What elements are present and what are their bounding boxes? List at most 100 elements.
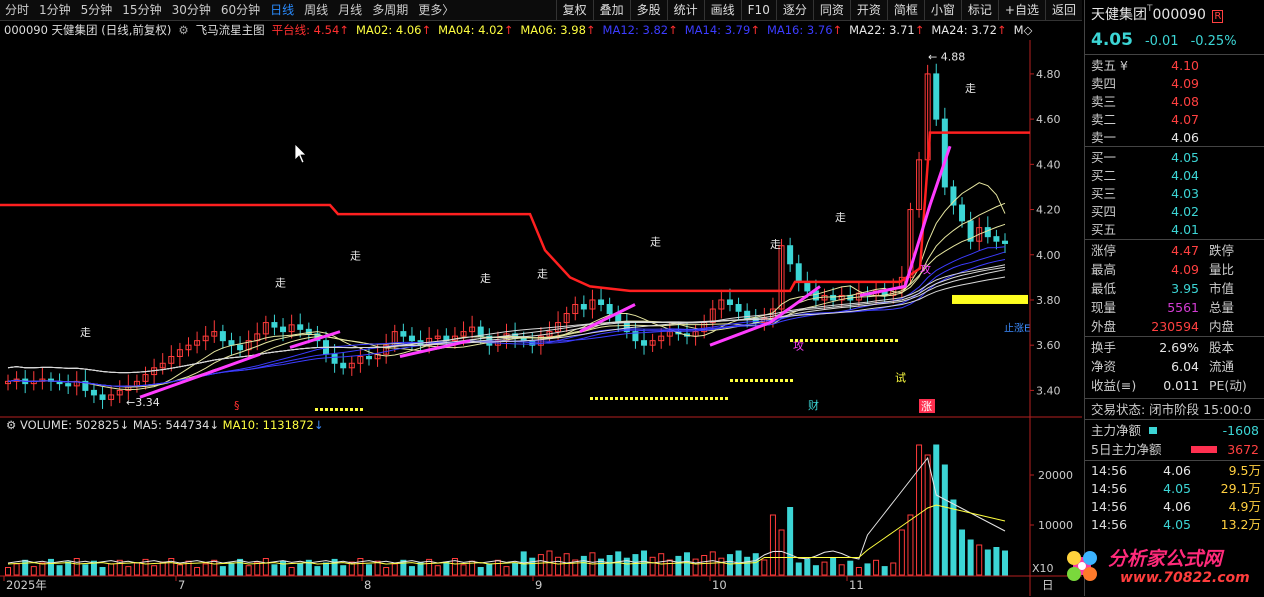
volume-bar bbox=[1002, 550, 1008, 576]
walk-label: 走 bbox=[770, 238, 781, 251]
signal-dot bbox=[645, 397, 648, 400]
signal-dot bbox=[860, 339, 863, 342]
mouse-cursor-icon bbox=[294, 143, 307, 164]
signal-dot bbox=[880, 339, 883, 342]
toolbar-button-13[interactable]: 返回 bbox=[1044, 0, 1082, 20]
indicator-legend: 000090 天健集团 (日线,前复权) ⚙ 飞马流星主图 平台线: 4.54↑… bbox=[0, 21, 1082, 39]
ma-legend-item-7: MA22: 3.71↑ bbox=[849, 23, 925, 37]
ma-long-line bbox=[7, 269, 1006, 374]
volume-bar bbox=[787, 507, 794, 576]
toolbar-button-6[interactable]: 逐分 bbox=[775, 0, 813, 20]
signal-dot bbox=[700, 397, 703, 400]
vol-tick-label: 10000 bbox=[1038, 519, 1073, 532]
volume-bar bbox=[529, 557, 536, 576]
finance-row-1: 净资 6.04 流通 bbox=[1091, 359, 1235, 374]
period-tab-7[interactable]: 周线 bbox=[299, 0, 333, 20]
ma-legend-item-6: MA16: 3.76↑ bbox=[766, 23, 843, 37]
signal-dot bbox=[780, 379, 783, 382]
volume-bar bbox=[967, 539, 974, 576]
up-arrow-icon: ↑ bbox=[668, 23, 678, 37]
toolbar-button-9[interactable]: 简框 bbox=[886, 0, 924, 20]
volume-bar bbox=[202, 563, 209, 576]
volume-bar bbox=[976, 544, 983, 576]
stat-row-3: 现量 5561 总量 bbox=[1091, 300, 1235, 315]
candle-body bbox=[280, 326, 287, 333]
candle-body bbox=[271, 322, 278, 328]
period-tab-5[interactable]: 60分钟 bbox=[216, 0, 265, 20]
toolbar-button-0[interactable]: 复权 bbox=[555, 0, 593, 20]
toolbar-button-10[interactable]: 小窗 bbox=[923, 0, 961, 20]
stat-row-4: 外盘 230594 内盘 bbox=[1091, 319, 1235, 334]
price-tick-label: 3.40 bbox=[1036, 384, 1061, 397]
candle-body bbox=[237, 344, 244, 351]
signal-dot bbox=[765, 379, 768, 382]
toolbar-button-3[interactable]: 统计 bbox=[666, 0, 704, 20]
attack-label: 攻 bbox=[920, 262, 931, 276]
ma-legend-item-0: 平台线: 4.54↑ bbox=[271, 23, 349, 37]
up-arrow-icon: ↑ bbox=[585, 23, 596, 37]
tick-row: 14:56 4.05 13.2万 bbox=[1091, 517, 1261, 532]
candle-body bbox=[993, 236, 1000, 242]
period-tab-3[interactable]: 15分钟 bbox=[117, 0, 166, 20]
volume-bar bbox=[555, 556, 562, 576]
signal-dot bbox=[865, 339, 868, 342]
volume-bar bbox=[357, 558, 364, 576]
period-tab-2[interactable]: 5分钟 bbox=[76, 0, 118, 20]
signal-dot bbox=[745, 379, 748, 382]
signal-dot bbox=[885, 339, 888, 342]
signal-dot bbox=[735, 379, 738, 382]
volume-bar bbox=[262, 558, 269, 576]
volume-bar bbox=[503, 566, 510, 576]
toolbar-button-8[interactable]: 开资 bbox=[849, 0, 887, 20]
period-tab-0[interactable]: 分时 bbox=[0, 0, 34, 20]
signal-dot bbox=[850, 339, 853, 342]
trade-status: 交易状态: 闭市阶段 15:00:0 bbox=[1091, 402, 1252, 417]
settings-icon[interactable]: ⚙ bbox=[178, 23, 188, 37]
candle-body bbox=[99, 394, 106, 400]
volume-bar bbox=[194, 567, 201, 576]
signal-dot bbox=[655, 397, 658, 400]
toolbar-button-1[interactable]: 叠加 bbox=[592, 0, 630, 20]
volume-bar bbox=[323, 562, 330, 576]
period-tab-9[interactable]: 多周期 bbox=[367, 0, 413, 20]
candle-body bbox=[90, 389, 97, 396]
volume-bar bbox=[692, 558, 699, 576]
kline-chart[interactable]: 4.804.604.404.204.003.803.603.40走走走走 走走 走走… bbox=[0, 40, 1082, 596]
toolbar-button-2[interactable]: 多股 bbox=[629, 0, 667, 20]
volume-bar bbox=[615, 551, 622, 576]
signal-dot bbox=[690, 397, 693, 400]
price-change: -0.01 bbox=[1144, 34, 1179, 49]
period-tab-1[interactable]: 1分钟 bbox=[34, 0, 76, 20]
toolbar-button-5[interactable]: F10 bbox=[740, 0, 776, 20]
watermark-title: 分析家公式网 bbox=[1108, 548, 1223, 570]
candle-body bbox=[641, 340, 648, 346]
toolbar-button-7[interactable]: 同资 bbox=[812, 0, 850, 20]
volume-bar bbox=[847, 560, 854, 576]
volume-bar bbox=[769, 514, 776, 576]
toolbar-button-12[interactable]: +自选 bbox=[997, 0, 1045, 20]
ask-row-1: 卖四 4.09 bbox=[1091, 76, 1199, 91]
toolbar-button-11[interactable]: 标记 bbox=[960, 0, 998, 20]
period-tab-6[interactable]: 日线 bbox=[265, 0, 299, 20]
vol-ma10-line bbox=[7, 504, 1006, 565]
signal-dot bbox=[815, 339, 818, 342]
walk-label: 走 bbox=[965, 82, 976, 95]
date-label: 10 bbox=[712, 578, 727, 592]
volume-bar bbox=[219, 566, 226, 576]
signal-dot bbox=[625, 397, 628, 400]
tick-row: 14:56 4.05 29.1万 bbox=[1091, 481, 1261, 496]
study-name[interactable]: 飞马流星主图 bbox=[196, 22, 265, 38]
period-tab-8[interactable]: 月线 bbox=[333, 0, 367, 20]
ma-legend-item-9: M◇ bbox=[1013, 23, 1033, 37]
s-mark: § bbox=[234, 399, 240, 412]
period-tab-4[interactable]: 30分钟 bbox=[167, 0, 216, 20]
candle-body bbox=[804, 281, 811, 292]
period-tab-10[interactable]: 更多〉 bbox=[413, 0, 459, 20]
signal-dot bbox=[730, 379, 733, 382]
volume-bar bbox=[108, 563, 115, 576]
candle-body bbox=[933, 73, 940, 120]
up-arrow-icon: ↑ bbox=[503, 23, 514, 37]
toolbar-button-4[interactable]: 画线 bbox=[703, 0, 741, 20]
r-badge[interactable]: R bbox=[1212, 10, 1224, 23]
volume-bar bbox=[30, 566, 37, 576]
